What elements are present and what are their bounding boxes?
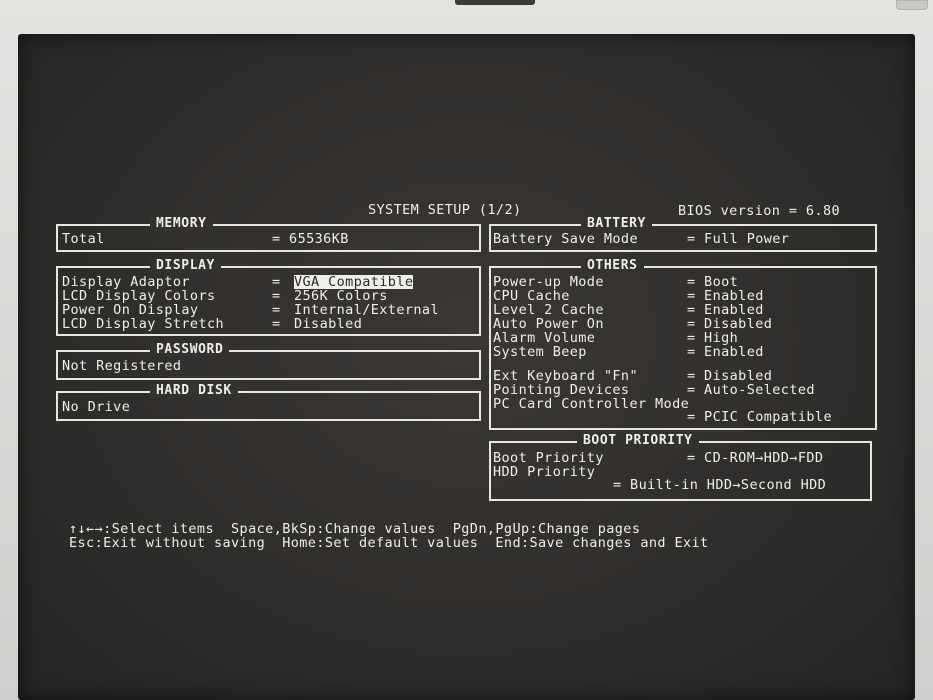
- power-on-display-label[interactable]: Power On Display: [62, 303, 198, 317]
- hard-disk-panel: HARD DISK No Drive: [56, 384, 481, 421]
- ext-keyboard-fn-value[interactable]: = Disabled: [687, 369, 772, 383]
- cpu-cache-value[interactable]: = Enabled: [687, 289, 764, 303]
- hard-disk-status: No Drive: [62, 399, 131, 415]
- bios-version: BIOS version = 6.80: [678, 203, 841, 219]
- lcd-display-colors-eq: =: [272, 288, 281, 304]
- password-status[interactable]: Not Registered: [62, 359, 181, 373]
- memory-panel: MEMORY Total = 65536KB: [56, 217, 481, 252]
- auto-power-on-value[interactable]: = Disabled: [687, 317, 772, 331]
- others-title: OTHERS: [581, 259, 644, 273]
- display-adaptor-eq: =: [272, 274, 281, 290]
- boot-priority-title: BOOT PRIORITY: [577, 434, 699, 448]
- pc-card-controller-mode-value[interactable]: = PCIC Compatible: [687, 410, 832, 424]
- lcd-display-colors-label[interactable]: LCD Display Colors: [62, 289, 216, 303]
- ext-keyboard-fn-label[interactable]: Ext Keyboard "Fn": [493, 369, 638, 383]
- system-beep-label[interactable]: System Beep: [493, 345, 587, 359]
- battery-save-mode-label[interactable]: Battery Save Mode: [493, 232, 638, 246]
- display-adaptor-label[interactable]: Display Adaptor: [62, 275, 190, 289]
- pointing-devices-value[interactable]: = Auto-Selected: [687, 383, 815, 397]
- display-adaptor-value[interactable]: VGA Compatible: [294, 275, 414, 289]
- power-on-display-value[interactable]: Internal/External: [294, 303, 439, 317]
- password-panel: PASSWORD Not Registered: [56, 343, 481, 380]
- boot-priority-panel: BOOT PRIORITY Boot Priority = CD-ROM→HDD…: [489, 434, 872, 501]
- battery-title: BATTERY: [581, 217, 652, 231]
- battery-panel: BATTERY Battery Save Mode = Full Power: [489, 217, 877, 252]
- bezel-latch-slot: [455, 0, 535, 5]
- others-panel: OTHERS Power-up Mode = Boot CPU Cache = …: [489, 259, 877, 430]
- system-beep-value[interactable]: = Enabled: [687, 345, 764, 359]
- display-title: DISPLAY: [150, 259, 221, 273]
- pc-card-controller-mode-label[interactable]: PC Card Controller Mode: [493, 397, 689, 411]
- lcd-display-stretch-value[interactable]: Disabled: [294, 317, 362, 331]
- display-panel: DISPLAY Display Adaptor = VGA Compatible…: [56, 259, 481, 336]
- lcd-display-stretch-label[interactable]: LCD Display Stretch: [62, 317, 224, 331]
- hdd-priority-label[interactable]: HDD Priority: [493, 465, 595, 479]
- alarm-volume-label[interactable]: Alarm Volume: [493, 331, 595, 345]
- lcd-display-stretch-eq: =: [272, 316, 281, 332]
- memory-total-label[interactable]: Total: [62, 232, 105, 246]
- memory-total-value: = 65536KB: [272, 231, 349, 247]
- bios-screen: SYSTEM SETUP (1/2) BIOS version = 6.80 M…: [18, 34, 915, 700]
- memory-title: MEMORY: [150, 217, 213, 231]
- level-2-cache-value[interactable]: = Enabled: [687, 303, 764, 317]
- battery-save-mode-value[interactable]: = Full Power: [687, 232, 789, 246]
- cpu-cache-label[interactable]: CPU Cache: [493, 289, 570, 303]
- hdd-priority-value[interactable]: = Built-in HDD→Second HDD: [613, 478, 826, 492]
- power-on-display-eq: =: [272, 302, 281, 318]
- help-line-navigation: ↑↓←→:Select items Space,BkSp:Change valu…: [69, 521, 641, 537]
- auto-power-on-label[interactable]: Auto Power On: [493, 317, 604, 331]
- lcd-display-colors-value[interactable]: 256K Colors: [294, 289, 388, 303]
- bezel-latch: [896, 0, 928, 10]
- level-2-cache-label[interactable]: Level 2 Cache: [493, 303, 604, 317]
- boot-priority-label[interactable]: Boot Priority: [493, 451, 604, 465]
- power-up-mode-label[interactable]: Power-up Mode: [493, 275, 604, 289]
- setup-title: SYSTEM SETUP (1/2): [368, 202, 522, 218]
- alarm-volume-value[interactable]: = High: [687, 331, 738, 345]
- help-line-exit: Esc:Exit without saving Home:Set default…: [69, 535, 709, 551]
- pointing-devices-label[interactable]: Pointing Devices: [493, 383, 629, 397]
- password-title: PASSWORD: [150, 343, 230, 357]
- power-up-mode-value[interactable]: = Boot: [687, 275, 738, 289]
- boot-priority-value[interactable]: = CD-ROM→HDD→FDD: [687, 451, 823, 465]
- hard-disk-title: HARD DISK: [150, 384, 238, 398]
